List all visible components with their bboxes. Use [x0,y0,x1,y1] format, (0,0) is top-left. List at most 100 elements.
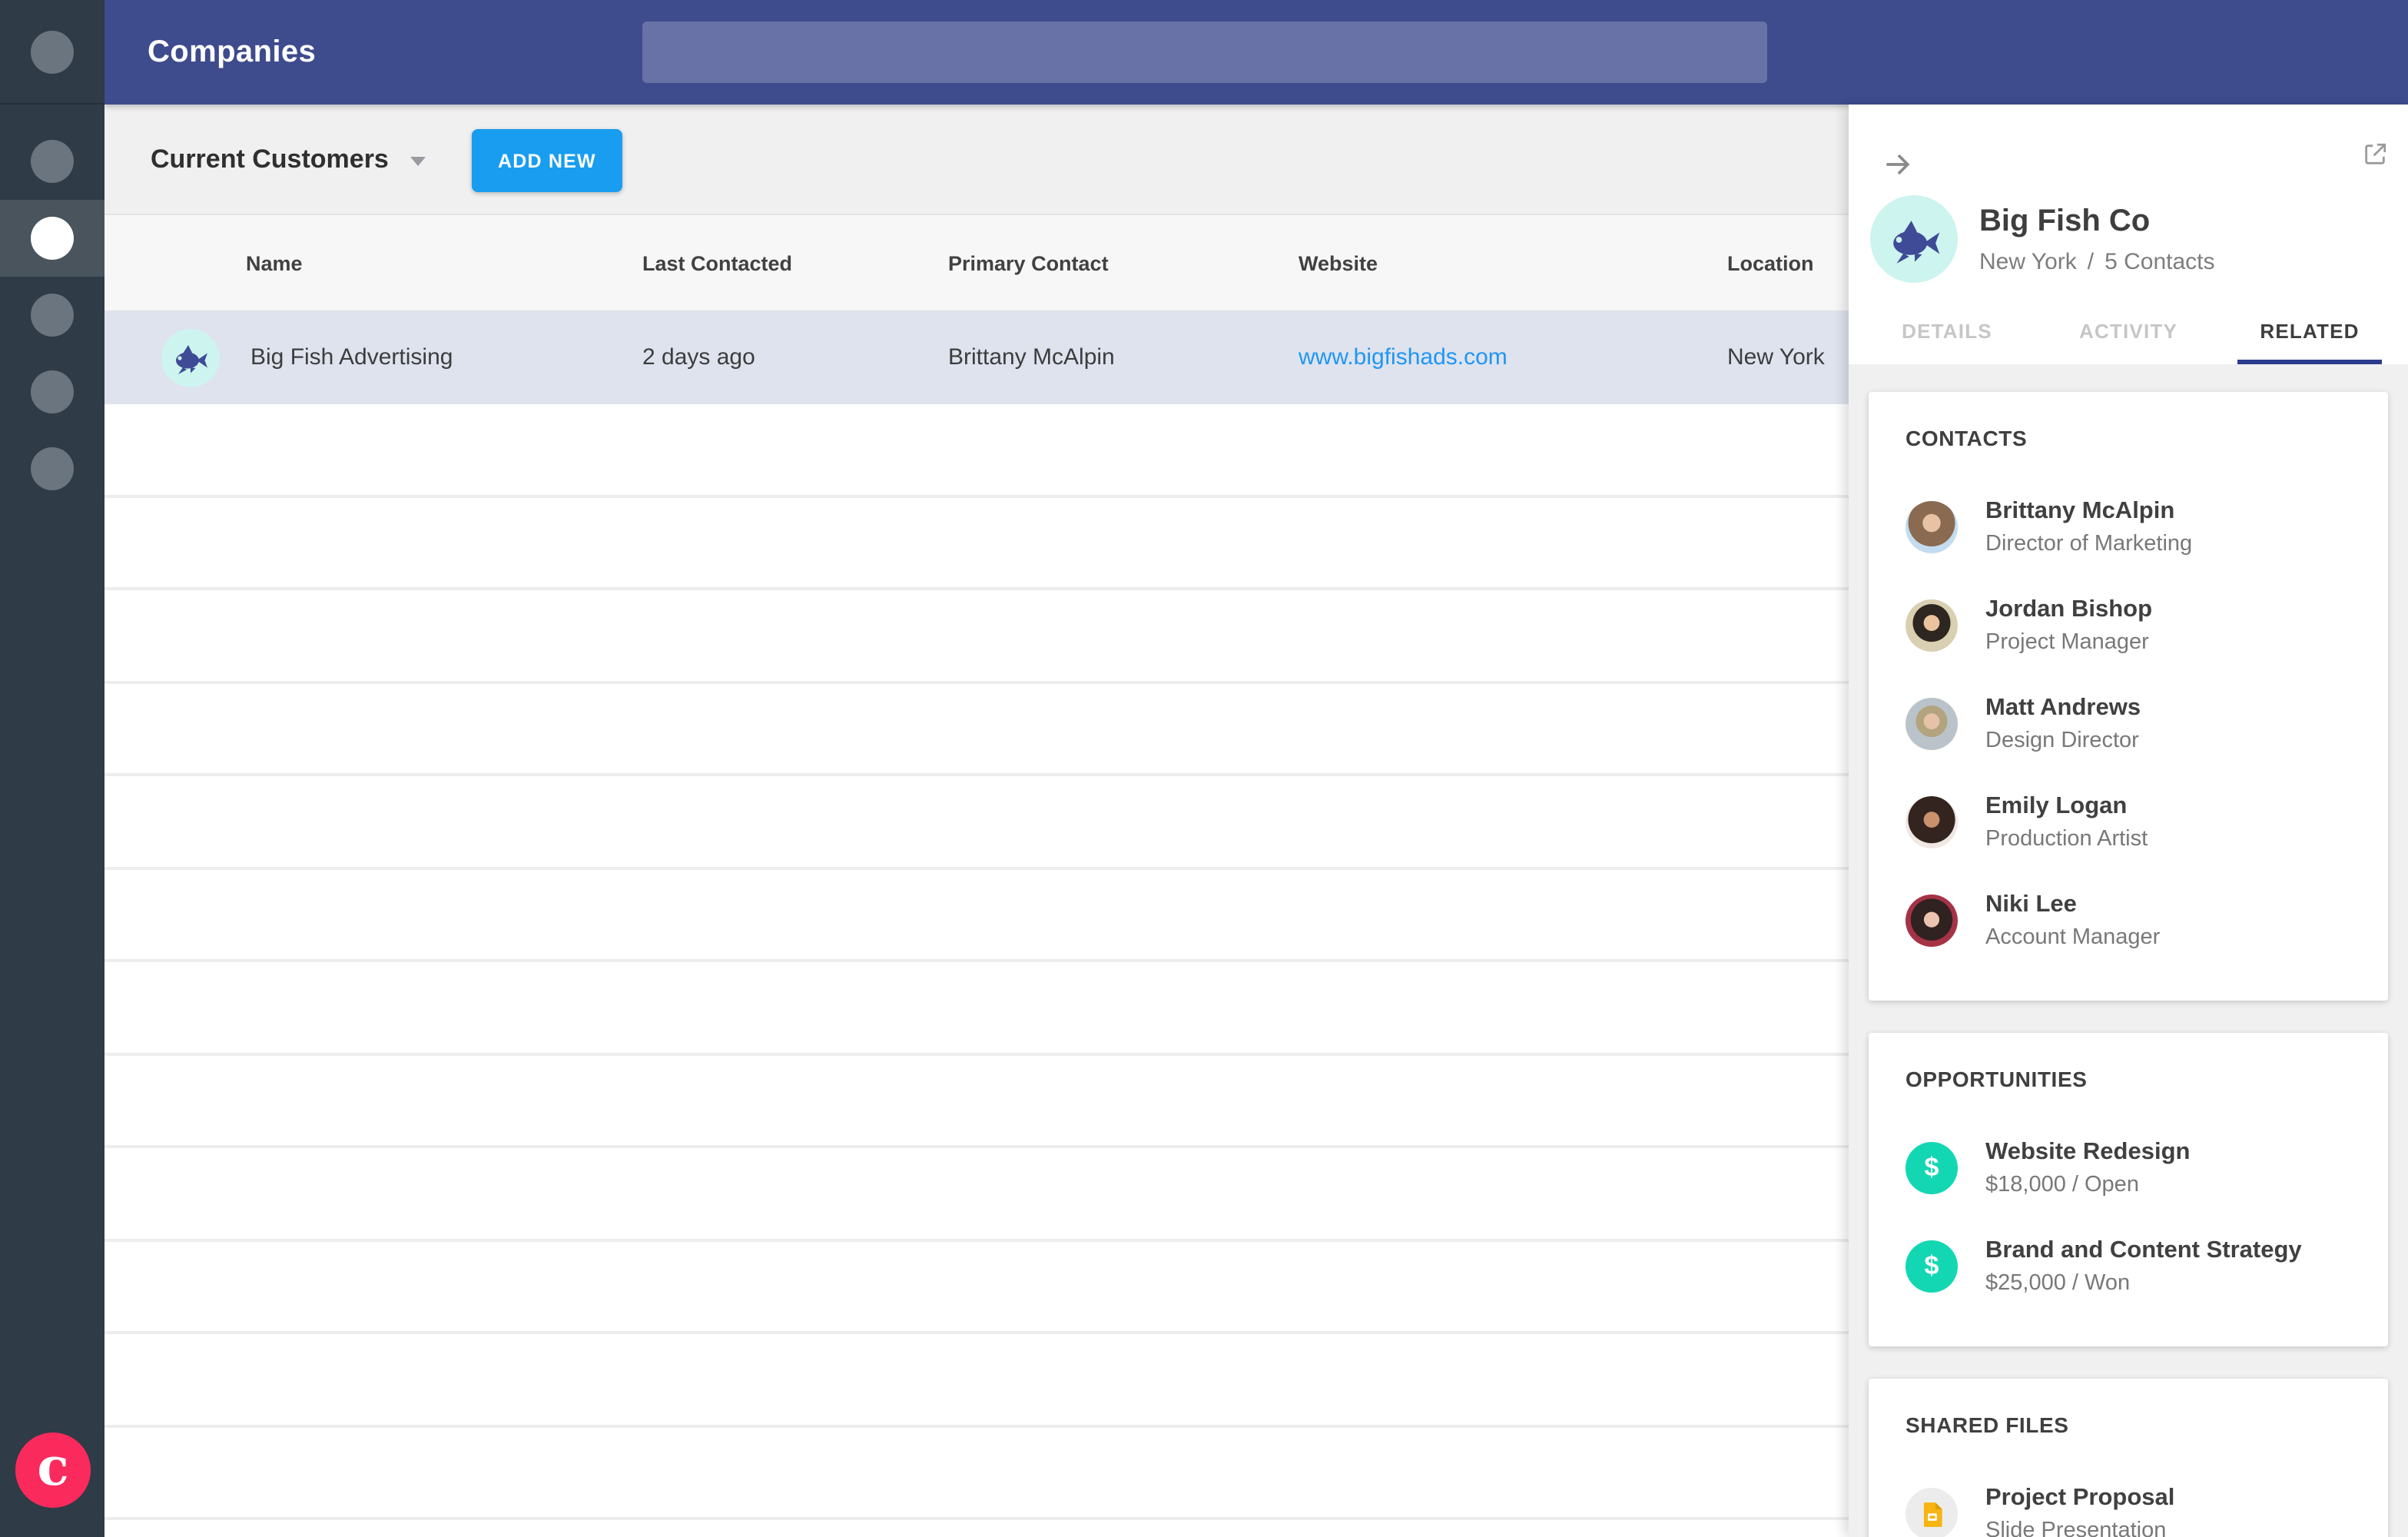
contact-photo-avatar [1906,698,1958,750]
search-input[interactable] [642,22,1767,83]
collapse-panel-button[interactable] [1879,146,1916,183]
slides-file-icon [1906,1488,1958,1537]
contact-photo-avatar [1906,501,1958,553]
detail-panel-body: CONTACTS Brittany McAlpin Director of Ma… [1849,364,2408,1537]
contact-item[interactable]: Matt Andrews Design Director [1906,687,2351,761]
shared-files-list: Project Proposal Slide Presentation [1906,1477,2351,1537]
contact-role: Production Artist [1985,827,2148,851]
skeleton-row [104,590,1849,683]
chevron-down-icon [410,157,426,166]
cell-location: New York [1727,344,1825,370]
nav-placeholder-icon [31,447,74,490]
opportunities-title: OPPORTUNITIES [1906,1067,2088,1091]
column-header[interactable]: Last Contacted [642,251,948,274]
opportunity-value-status: $25,000 / Won [1985,1271,2131,1296]
panel-tab[interactable]: DETAILS [1856,297,2038,364]
nav-placeholder-icon [31,370,74,413]
sidebar-nav-item[interactable] [0,277,104,354]
company-subtitle: New York / 5 Contacts [1979,248,2215,274]
table-row-selected[interactable]: Big Fish Advertising 2 days ago Brittany… [104,310,1849,404]
contacts-card: CONTACTS Brittany McAlpin Director of Ma… [1869,392,2388,1001]
column-header[interactable]: Website [1299,251,1727,274]
cell-last-contacted: 2 days ago [642,344,755,370]
opportunity-item[interactable]: $ Brand and Content Strategy $25,000 / W… [1906,1230,2351,1303]
shared-file-item[interactable]: Project Proposal Slide Presentation [1906,1477,2351,1537]
skeleton-row [104,1334,1849,1427]
contact-item[interactable]: Niki Lee Account Manager [1906,884,2351,958]
contact-name: Jordan Bishop [1985,596,2153,622]
sidebar: c [0,0,104,1537]
opportunities-card: OPPORTUNITIES $ Website Redesign $18,000… [1869,1033,2388,1346]
app-root: c Companies Current Customers ADD NEW Na… [0,0,2408,1537]
dollar-icon: $ [1906,1240,1958,1293]
contacts-title: CONTACTS [1906,426,2028,450]
fish-icon [1892,220,1939,263]
table-toolbar: Current Customers ADD NEW [104,105,1849,215]
contact-photo-avatar [1906,599,1958,652]
arrow-right-icon [1886,154,1910,175]
column-header[interactable]: Primary Contact [948,251,1299,274]
panel-tabs: DETAILS ACTIVITY RELATED [1856,297,2400,364]
sidebar-nav-item[interactable] [0,430,104,507]
contact-name: Matt Andrews [1985,695,2141,721]
copper-logo[interactable]: c [15,1432,91,1508]
column-header[interactable]: Location [1727,251,1849,274]
cell-primary-contact: Brittany McAlpin [948,344,1115,370]
contacts-list: Brittany McAlpin Director of Marketing J… [1906,490,2351,958]
app-header: Companies [104,0,2408,105]
copper-logo-letter: c [37,1437,69,1499]
contact-role: Director of Marketing [1985,532,2193,556]
opportunity-name: Website Redesign [1985,1139,2191,1165]
skeleton-row [104,1520,1849,1537]
panel-tab[interactable]: ACTIVITY [2038,297,2219,364]
page-title: Companies [148,35,317,69]
list-filter-dropdown[interactable]: Current Customers [151,105,426,215]
table-header-row: Name Last Contacted Primary Contact Webs… [104,215,1849,310]
shared-files-card: SHARED FILES Project Proposal Slide Pres… [1869,1379,2388,1537]
contact-item[interactable]: Emily Logan Production Artist [1906,785,2351,859]
sidebar-nav-item[interactable] [0,354,104,430]
contact-name: Brittany McAlpin [1985,498,2175,524]
company-contacts-count: 5 Contacts [2105,248,2215,274]
skeleton-row [104,776,1849,869]
panel-tab[interactable]: RELATED [2219,297,2400,364]
open-in-new-icon [2364,142,2386,164]
contact-role: Account Manager [1985,925,2161,950]
file-type: Slide Presentation [1985,1519,2167,1537]
contact-name: Niki Lee [1985,891,2077,918]
contact-name: Emily Logan [1985,793,2128,819]
open-in-new-button[interactable] [2360,140,2388,168]
skeleton-row [104,1241,1849,1334]
dollar-icon: $ [1906,1142,1958,1194]
company-name: Big Fish Co [1979,204,2151,237]
companies-table-area: Current Customers ADD NEW Name Last Cont… [104,105,1849,1537]
contact-item[interactable]: Brittany McAlpin Director of Marketing [1906,490,2351,564]
filter-label: Current Customers [151,144,389,174]
contact-item[interactable]: Jordan Bishop Project Manager [1906,589,2351,662]
contact-role: Design Director [1985,729,2139,753]
cell-website-link[interactable]: www.bigfishads.com [1299,344,1507,370]
company-summary: Big Fish Co New York / 5 Contacts [1870,195,2215,283]
skeleton-row [104,1148,1849,1241]
skeleton-row [104,1055,1849,1148]
skeleton-row [104,497,1849,590]
nav-placeholder-icon [31,294,74,337]
file-name: Project Proposal [1985,1485,2175,1511]
add-new-button[interactable]: ADD NEW [472,129,622,192]
company-location: New York [1979,248,2077,274]
opportunity-name: Brand and Content Strategy [1985,1237,2302,1263]
detail-panel-header: Big Fish Co New York / 5 Contacts DETAILS … [1849,105,2408,364]
column-header[interactable]: Name [246,251,642,274]
nav-placeholder-icon [31,140,74,183]
contact-photo-avatar [1906,796,1958,848]
opportunity-item[interactable]: $ Website Redesign $18,000 / Open [1906,1131,2351,1205]
opportunity-value-status: $18,000 / Open [1985,1173,2139,1197]
sidebar-nav [0,123,104,507]
cell-name: Big Fish Advertising [250,344,453,370]
sidebar-nav-item[interactable] [0,200,104,277]
skeleton-row [104,869,1849,962]
sidebar-account-button[interactable] [0,0,104,105]
skeleton-row [104,404,1849,497]
sidebar-nav-item[interactable] [0,123,104,200]
subtitle-separator: / [2087,248,2095,274]
